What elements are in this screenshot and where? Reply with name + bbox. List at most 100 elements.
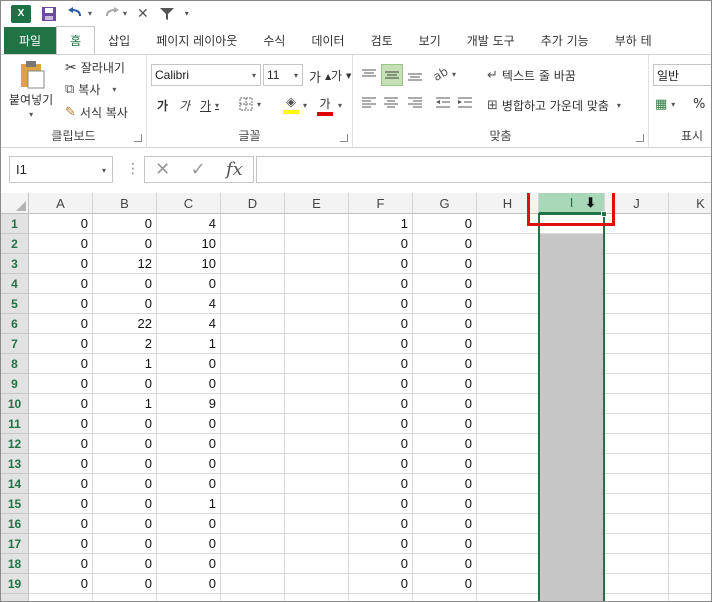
cell-i14[interactable] [539, 474, 605, 494]
merge-center-button[interactable]: ⊞ 병합하고 가운데 맞춤 ▾ [487, 97, 621, 114]
cell-d[interactable] [221, 594, 285, 601]
cell-b[interactable] [93, 594, 157, 601]
cell-e1[interactable] [285, 214, 349, 234]
cell-g2[interactable]: 0 [413, 234, 477, 254]
cell-j15[interactable] [605, 494, 669, 514]
cell-j10[interactable] [605, 394, 669, 414]
cell-j18[interactable] [605, 554, 669, 574]
cell-j3[interactable] [605, 254, 669, 274]
cell-i9[interactable] [539, 374, 605, 394]
cell-k12[interactable] [669, 434, 711, 454]
cell-k16[interactable] [669, 514, 711, 534]
cell-k18[interactable] [669, 554, 711, 574]
tab-view[interactable]: 보기 [406, 27, 454, 54]
cell-i5[interactable] [539, 294, 605, 314]
cell-e17[interactable] [285, 534, 349, 554]
cell-e10[interactable] [285, 394, 349, 414]
cell-g13[interactable]: 0 [413, 454, 477, 474]
row-header[interactable]: 15 [1, 494, 29, 514]
cell-h7[interactable] [477, 334, 539, 354]
dialog-launcher-icon[interactable] [340, 134, 348, 142]
chevron-down-icon[interactable]: ▾ [338, 101, 342, 110]
cell-d14[interactable] [221, 474, 285, 494]
orientation-button[interactable]: ab ▾ [431, 64, 456, 84]
formula-input[interactable] [256, 156, 711, 183]
row-header[interactable]: 16 [1, 514, 29, 534]
cell-j1[interactable] [605, 214, 669, 234]
cell-e15[interactable] [285, 494, 349, 514]
cell-j16[interactable] [605, 514, 669, 534]
cell-i18[interactable] [539, 554, 605, 574]
cell-k4[interactable] [669, 274, 711, 294]
cell-f1[interactable]: 1 [349, 214, 413, 234]
cell-b19[interactable]: 0 [93, 574, 157, 594]
tab-developer[interactable]: 개발 도구 [454, 27, 528, 54]
cell-f13[interactable]: 0 [349, 454, 413, 474]
row-header[interactable] [1, 594, 29, 601]
fill-handle[interactable] [601, 211, 607, 217]
cell-h16[interactable] [477, 514, 539, 534]
cell-g11[interactable]: 0 [413, 414, 477, 434]
cell-g18[interactable]: 0 [413, 554, 477, 574]
cell-g6[interactable]: 0 [413, 314, 477, 334]
row-header[interactable]: 10 [1, 394, 29, 414]
bold-button[interactable]: 가 [157, 97, 168, 114]
cell-a8[interactable]: 0 [29, 354, 93, 374]
align-top-button[interactable] [359, 65, 379, 85]
cell-b3[interactable]: 12 [93, 254, 157, 274]
column-header-f[interactable]: F [349, 193, 413, 214]
column-header-a[interactable]: A [29, 193, 93, 214]
cell-i7[interactable] [539, 334, 605, 354]
tab-review[interactable]: 검토 [358, 27, 406, 54]
align-bottom-button[interactable] [405, 65, 425, 85]
cell-c3[interactable]: 10 [157, 254, 221, 274]
cell-b14[interactable]: 0 [93, 474, 157, 494]
cell-c16[interactable]: 0 [157, 514, 221, 534]
cell-i3[interactable] [539, 254, 605, 274]
cell-k8[interactable] [669, 354, 711, 374]
cell-g[interactable] [413, 594, 477, 601]
cell-e[interactable] [285, 594, 349, 601]
cell-j6[interactable] [605, 314, 669, 334]
align-center-button[interactable] [381, 97, 401, 109]
dialog-launcher-icon[interactable] [636, 134, 644, 142]
cell-j8[interactable] [605, 354, 669, 374]
cell-e19[interactable] [285, 574, 349, 594]
cell-i8[interactable] [539, 354, 605, 374]
column-header-i[interactable]: I ⬇ [539, 193, 605, 214]
cell-c15[interactable]: 1 [157, 494, 221, 514]
cell-a[interactable] [29, 594, 93, 601]
cell-f12[interactable]: 0 [349, 434, 413, 454]
column-header-b[interactable]: B [93, 193, 157, 214]
tab-load-test[interactable]: 부하 테 [602, 27, 665, 54]
align-middle-button[interactable] [381, 64, 403, 86]
cell-f10[interactable]: 0 [349, 394, 413, 414]
underline-button[interactable]: 가 ▾ [200, 97, 219, 114]
cell-a1[interactable]: 0 [29, 214, 93, 234]
cell-c6[interactable]: 4 [157, 314, 221, 334]
percent-button[interactable]: % [693, 97, 705, 112]
cell-k15[interactable] [669, 494, 711, 514]
cell-c4[interactable]: 0 [157, 274, 221, 294]
cell-j19[interactable] [605, 574, 669, 594]
column-header-h[interactable]: H [477, 193, 539, 214]
cell-k9[interactable] [669, 374, 711, 394]
cell-b18[interactable]: 0 [93, 554, 157, 574]
cell-c11[interactable]: 0 [157, 414, 221, 434]
cell-g10[interactable]: 0 [413, 394, 477, 414]
cell-b17[interactable]: 0 [93, 534, 157, 554]
name-box[interactable]: I1 ▾ [9, 156, 113, 183]
cell-k10[interactable] [669, 394, 711, 414]
cell-i1[interactable] [539, 214, 605, 234]
tab-home[interactable]: 홈 [56, 26, 96, 54]
cell-f3[interactable]: 0 [349, 254, 413, 274]
cell-k[interactable] [669, 594, 711, 601]
cell-c19[interactable]: 0 [157, 574, 221, 594]
font-name-select[interactable]: Calibri ▾ [151, 64, 261, 86]
cell-a7[interactable]: 0 [29, 334, 93, 354]
font-color-button[interactable]: 가 [317, 95, 333, 116]
cell-b1[interactable]: 0 [93, 214, 157, 234]
cell-g7[interactable]: 0 [413, 334, 477, 354]
cancel-icon[interactable]: ✕ [155, 159, 170, 180]
cell-h6[interactable] [477, 314, 539, 334]
